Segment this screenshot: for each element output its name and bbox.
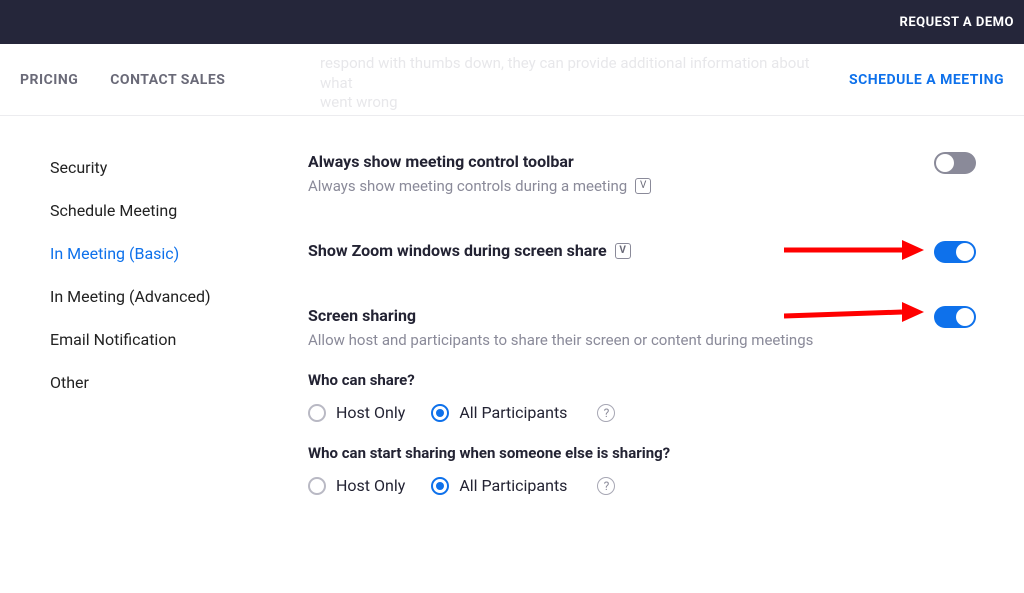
radio-all-participants[interactable]: All Participants bbox=[431, 403, 567, 422]
setting-title: Always show meeting control toolbar bbox=[308, 152, 574, 171]
setting-show-zoom-windows: Show Zoom windows during screen share V bbox=[308, 241, 976, 260]
radio-all-participants-2[interactable]: All Participants bbox=[431, 476, 567, 495]
sidebar-item-email-notification[interactable]: Email Notification bbox=[50, 318, 260, 361]
radio-label: All Participants bbox=[459, 403, 567, 422]
request-demo-link[interactable]: REQUEST A DEMO bbox=[899, 15, 1014, 30]
help-icon[interactable]: ? bbox=[597, 477, 615, 495]
top-bar: REQUEST A DEMO bbox=[0, 0, 1024, 44]
help-icon[interactable]: ? bbox=[597, 404, 615, 422]
question-who-can-start-sharing: Who can start sharing when someone else … bbox=[308, 444, 976, 462]
radio-icon bbox=[431, 404, 449, 422]
question-who-can-share: Who can share? bbox=[308, 371, 976, 389]
faded-background-text: respond with thumbs down, they can provi… bbox=[320, 54, 840, 113]
radio-label: All Participants bbox=[459, 476, 567, 495]
nav-pricing[interactable]: PRICING bbox=[20, 72, 78, 88]
toggle-knob bbox=[956, 243, 974, 261]
toggle-knob bbox=[956, 308, 974, 326]
setting-title: Screen sharing bbox=[308, 306, 416, 325]
radio-label: Host Only bbox=[336, 403, 405, 422]
radio-row-who-can-start-sharing: Host Only All Participants ? bbox=[308, 476, 976, 495]
radio-icon bbox=[308, 404, 326, 422]
v-badge-icon: V bbox=[615, 243, 631, 259]
radio-label: Host Only bbox=[336, 476, 405, 495]
sidebar-item-security[interactable]: Security bbox=[50, 146, 260, 189]
sidebar-item-in-meeting-advanced[interactable]: In Meeting (Advanced) bbox=[50, 275, 260, 318]
sidebar-item-in-meeting-basic[interactable]: In Meeting (Basic) bbox=[50, 232, 260, 275]
radio-icon bbox=[308, 477, 326, 495]
setting-desc: Always show meeting controls during a me… bbox=[308, 177, 627, 195]
radio-row-who-can-share: Host Only All Participants ? bbox=[308, 403, 976, 422]
settings-content: Always show meeting control toolbar Alwa… bbox=[260, 116, 1024, 593]
settings-sidebar: Security Schedule Meeting In Meeting (Ba… bbox=[0, 116, 260, 593]
toggle-always-toolbar[interactable] bbox=[934, 152, 976, 174]
toggle-show-zoom-windows[interactable] bbox=[934, 241, 976, 263]
sidebar-item-schedule-meeting[interactable]: Schedule Meeting bbox=[50, 189, 260, 232]
sidebar-item-other[interactable]: Other bbox=[50, 361, 260, 404]
setting-screen-sharing: Screen sharing Allow host and participan… bbox=[308, 306, 976, 495]
setting-always-toolbar: Always show meeting control toolbar Alwa… bbox=[308, 152, 976, 195]
schedule-meeting-link[interactable]: SCHEDULE A MEETING bbox=[849, 72, 1004, 88]
nav-contact-sales[interactable]: CONTACT SALES bbox=[110, 72, 225, 88]
sub-nav-bar: PRICING CONTACT SALES respond with thumb… bbox=[0, 44, 1024, 116]
toggle-screen-sharing[interactable] bbox=[934, 306, 976, 328]
radio-host-only-2[interactable]: Host Only bbox=[308, 476, 405, 495]
radio-host-only[interactable]: Host Only bbox=[308, 403, 405, 422]
radio-icon bbox=[431, 477, 449, 495]
setting-desc: Allow host and participants to share the… bbox=[308, 331, 813, 349]
v-badge-icon: V bbox=[635, 178, 651, 194]
setting-title: Show Zoom windows during screen share bbox=[308, 241, 607, 260]
toggle-knob bbox=[936, 154, 954, 172]
